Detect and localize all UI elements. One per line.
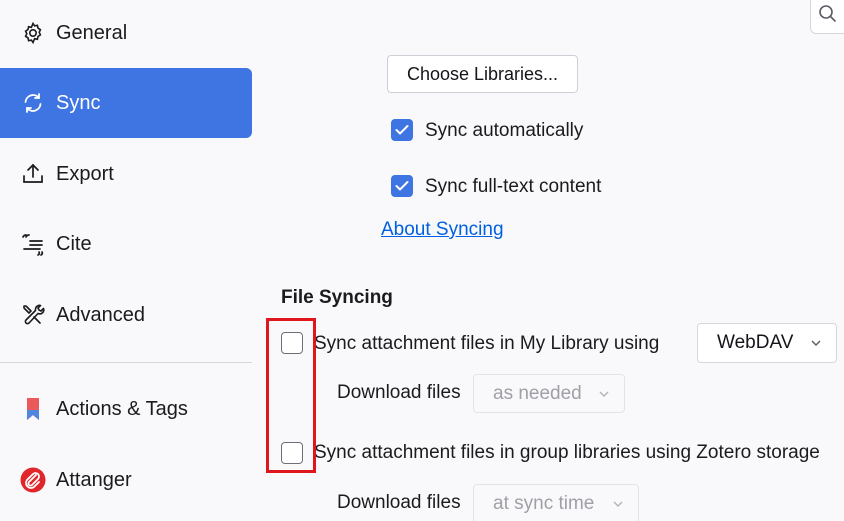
download-files-value: at sync time <box>493 492 595 514</box>
sidebar-item-label: Actions & Tags <box>56 397 188 420</box>
sidebar-item-label: Cite <box>56 232 92 255</box>
sidebar-item-advanced[interactable]: Advanced <box>0 280 252 350</box>
download-files-select[interactable]: at sync time <box>473 484 639 521</box>
gear-icon <box>20 20 46 46</box>
checkmark-icon <box>395 125 409 135</box>
sidebar-item-label: Advanced <box>56 303 145 326</box>
sync-fulltext-label: Sync full-text content <box>425 176 602 197</box>
chevron-down-icon <box>811 340 821 346</box>
about-syncing-link[interactable]: About Syncing <box>381 219 504 241</box>
file-syncing-heading: File Syncing <box>281 287 393 308</box>
highlight-annotation <box>266 318 316 473</box>
sidebar-item-label: Sync <box>56 91 101 114</box>
sidebar-item-cite[interactable]: Cite <box>0 209 252 279</box>
download-files-value: as needed <box>493 382 582 404</box>
export-icon <box>20 161 46 187</box>
search-icon <box>818 4 838 29</box>
sidebar-item-export[interactable]: Export <box>0 139 252 209</box>
download-files-select[interactable]: as needed <box>473 374 625 413</box>
sidebar-divider <box>0 362 252 363</box>
bookmark-icon <box>20 396 46 422</box>
sidebar-item-label: Export <box>56 162 114 185</box>
download-files-label: Download files <box>337 492 461 513</box>
chevron-down-icon <box>613 501 623 507</box>
storage-service-select[interactable]: WebDAV <box>697 323 837 363</box>
cite-icon <box>20 231 46 257</box>
sync-automatically-checkbox[interactable] <box>391 119 413 141</box>
chevron-down-icon <box>599 391 609 397</box>
storage-service-value: WebDAV <box>717 332 794 353</box>
sidebar-item-actions-tags[interactable]: Actions & Tags <box>0 374 252 444</box>
sidebar-item-label: General <box>56 21 128 44</box>
sidebar-item-label: Attanger <box>56 468 132 491</box>
download-files-label: Download files <box>337 382 461 403</box>
sidebar-item-sync[interactable]: Sync <box>0 68 252 138</box>
sync-icon <box>20 90 46 116</box>
sync-my-library-files-label: Sync attachment files in My Library usin… <box>314 333 660 354</box>
checkmark-icon <box>395 181 409 191</box>
search-button[interactable] <box>810 0 844 34</box>
sync-fulltext-checkbox[interactable] <box>391 175 413 197</box>
sidebar-item-attanger[interactable]: Attanger <box>0 445 252 515</box>
sidebar: General Sync Export Cite Advanced Action… <box>0 0 262 521</box>
sync-group-files-label: Sync attachment files in group libraries… <box>314 442 820 463</box>
paperclip-icon <box>20 467 46 493</box>
tools-icon <box>20 302 46 328</box>
sidebar-item-general[interactable]: General <box>0 0 252 66</box>
sync-automatically-label: Sync automatically <box>425 120 584 141</box>
choose-libraries-button[interactable]: Choose Libraries... <box>387 55 578 93</box>
